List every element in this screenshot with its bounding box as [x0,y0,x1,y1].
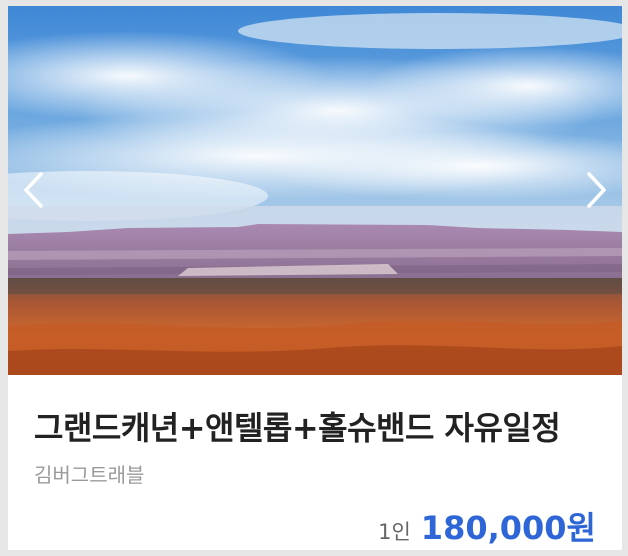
chevron-right-icon [587,172,606,208]
product-info: 그랜드캐년+앤텔롭+홀슈밴드 자유일정 김버그트래블 1인 180,000원 [8,375,622,550]
vendor-name: 김버그트래블 [34,463,145,487]
product-title[interactable]: 그랜드캐년+앤텔롭+홀슈밴드 자유일정 [34,403,561,449]
product-card[interactable]: 그랜드캐년+앤텔롭+홀슈밴드 자유일정 김버그트래블 1인 180,000원 [8,6,622,550]
landscape-photo [8,6,622,375]
product-image[interactable] [8,6,622,375]
chevron-left-icon [24,172,43,208]
price-row: 1인 180,000원 [378,503,596,549]
carousel-prev-button[interactable] [14,166,54,214]
carousel-next-button[interactable] [576,166,616,214]
price-unit: 1인 [378,520,411,544]
price-value: 180,000원 [420,509,596,547]
